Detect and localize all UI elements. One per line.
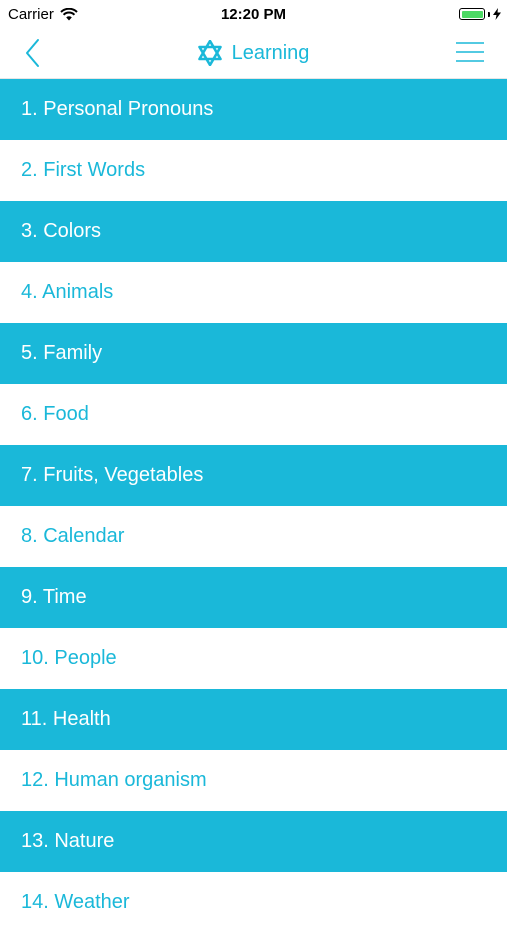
battery-cap	[488, 11, 490, 17]
page-title: Learning	[231, 41, 310, 64]
list-item[interactable]: 13. Nature	[0, 811, 507, 872]
status-left: Carrier	[0, 6, 78, 23]
status-bar: Carrier 12:20 PM	[0, 0, 507, 28]
list-item[interactable]: 3. Colors	[0, 201, 507, 262]
star-of-david-icon	[197, 40, 222, 66]
list-item[interactable]: 10. People	[0, 628, 507, 689]
list-item[interactable]: 6. Food	[0, 384, 507, 445]
back-button[interactable]	[20, 36, 48, 70]
lesson-list: 1. Personal Pronouns 2. First Words 3. C…	[0, 79, 507, 933]
list-item[interactable]: 1. Personal Pronouns	[0, 79, 507, 140]
status-right	[459, 8, 507, 20]
list-item[interactable]: 5. Family	[0, 323, 507, 384]
list-item[interactable]: 4. Animals	[0, 262, 507, 323]
list-item[interactable]: 11. Health	[0, 689, 507, 750]
nav-title-group: Learning	[197, 40, 310, 66]
list-item[interactable]: 14. Weather	[0, 872, 507, 933]
hamburger-menu-icon	[456, 42, 484, 62]
list-item[interactable]: 12. Human organism	[0, 750, 507, 811]
list-item[interactable]: 8. Calendar	[0, 506, 507, 567]
carrier-label: Carrier	[8, 5, 54, 23]
chevron-left-icon	[26, 39, 39, 67]
nav-bar: Learning	[0, 28, 507, 79]
battery-icon	[459, 8, 485, 20]
list-item[interactable]: 7. Fruits, Vegetables	[0, 445, 507, 506]
charging-bolt-icon	[493, 8, 501, 20]
list-item[interactable]: 2. First Words	[0, 140, 507, 201]
wifi-icon	[60, 7, 78, 20]
list-item[interactable]: 9. Time	[0, 567, 507, 628]
menu-button[interactable]	[455, 40, 485, 64]
